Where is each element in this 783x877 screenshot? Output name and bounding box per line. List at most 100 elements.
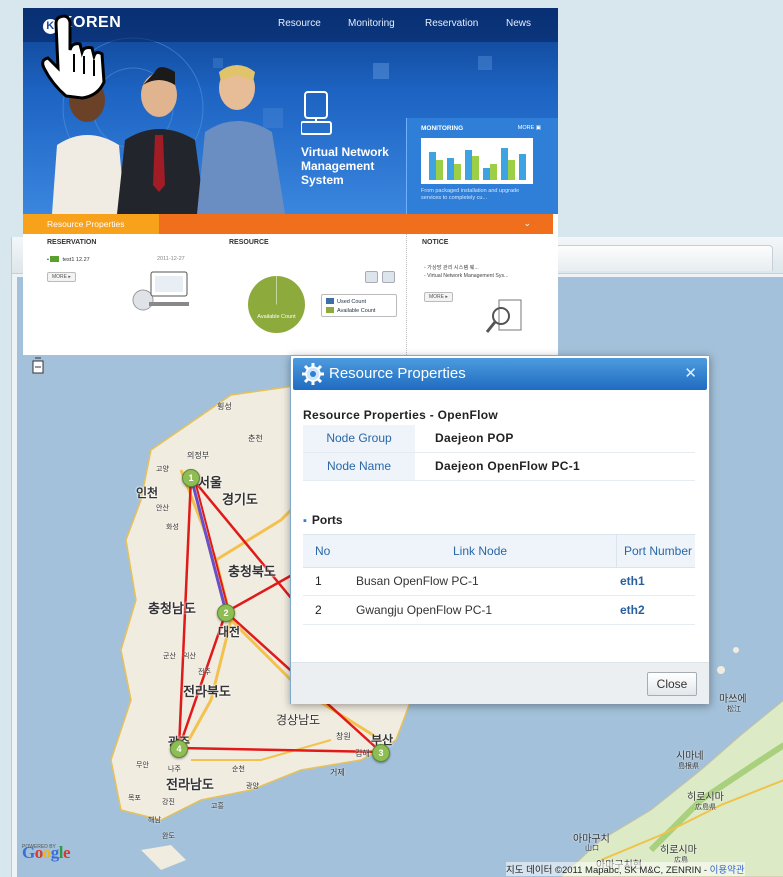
reservation-more-label: MORE bbox=[52, 274, 67, 280]
pie-slice bbox=[276, 276, 277, 305]
map-label-jeonbuk: 전라북도 bbox=[183, 684, 231, 699]
map-label-goyang: 고양 bbox=[156, 466, 169, 473]
map-label-gunsan: 군산 bbox=[163, 653, 176, 660]
island-south bbox=[141, 845, 186, 870]
map-label-goheung: 고흥 bbox=[211, 803, 224, 810]
browser-tab[interactable] bbox=[555, 245, 773, 271]
reservation-item[interactable]: • test1 12.27 bbox=[47, 256, 90, 263]
map-marker-3[interactable]: 3 bbox=[372, 744, 390, 762]
resource-tool-icons bbox=[365, 270, 396, 288]
island-small bbox=[717, 666, 725, 674]
divider bbox=[406, 234, 407, 355]
pie-label: Available Count bbox=[257, 314, 296, 320]
monitoring-heading: MONITORING bbox=[421, 125, 464, 132]
dialog-title-bar[interactable]: Resource Properties ✕ bbox=[293, 358, 707, 390]
nav-resource[interactable]: Resource bbox=[278, 18, 321, 29]
property-value: Daejeon OpenFlow PC-1 bbox=[435, 459, 580, 473]
map-label-gangjin: 강진 bbox=[162, 799, 175, 806]
legend-used: Used Count bbox=[326, 298, 366, 305]
close-icon[interactable]: ✕ bbox=[684, 364, 697, 382]
map-label-chungnam: 충청남도 bbox=[148, 601, 196, 616]
map-marker-4[interactable]: 4 bbox=[170, 740, 188, 758]
ports-table-header: No Link Node Port Number bbox=[303, 534, 695, 568]
monitoring-panel: MONITORING MORE ▣ From packaged installa… bbox=[406, 118, 558, 214]
map-zoom-control[interactable] bbox=[32, 357, 44, 374]
property-row-node-name: Node Name Daejeon OpenFlow PC-1 bbox=[303, 453, 695, 481]
hero-title-line-3: System bbox=[301, 173, 344, 187]
koren-website: K KOREN Resource Monitoring Reservation N… bbox=[23, 8, 558, 355]
property-key: Node Name bbox=[303, 453, 415, 480]
map-label-seoul: 서울 bbox=[198, 475, 222, 490]
hero-title: Virtual Network Management System bbox=[301, 145, 411, 187]
reservation-more-button[interactable]: MORE ▸ bbox=[47, 272, 76, 282]
map-label-hoengseong: 횡성 bbox=[217, 402, 232, 411]
map-label-shimane-kanji: 島根県 bbox=[678, 763, 699, 770]
column-header-port-number: Port Number bbox=[624, 544, 693, 558]
map-label-yamaguchi-kanji: 山口 bbox=[585, 845, 599, 852]
legend-available: Available Count bbox=[326, 307, 375, 314]
map-marker-1[interactable]: 1 bbox=[182, 469, 200, 487]
nav-news[interactable]: News bbox=[506, 18, 531, 29]
hero-banner: K KOREN Resource Monitoring Reservation N… bbox=[23, 8, 558, 214]
legend-swatch-available bbox=[326, 307, 334, 313]
computer-monitor-icon bbox=[132, 271, 189, 311]
map-label-hiroshima-kanji: 広島県 bbox=[695, 804, 716, 811]
magnifier-document-icon bbox=[485, 299, 522, 333]
reservation-item-label: test1 12.27 bbox=[62, 257, 90, 263]
reservation-date: 2011-12-27 bbox=[157, 256, 185, 262]
chevron-down-icon[interactable]: ⌄ bbox=[523, 218, 531, 229]
monitoring-more-label: MORE bbox=[517, 125, 535, 131]
map-label-iksan: 익산 bbox=[183, 653, 196, 660]
map-label-matsue: 마쓰에 bbox=[719, 694, 747, 705]
resource-properties-dialog: Resource Properties ✕ Resource Propertie… bbox=[290, 355, 710, 704]
notice-item[interactable]: - Virtual Network Management Sys... bbox=[424, 272, 508, 280]
notice-list: - 가상망 관리 시스템 웨... - Virtual Network Mana… bbox=[424, 264, 508, 280]
resource-pie-chart: Available Count bbox=[248, 276, 305, 333]
map-label-incheon: 인천 bbox=[136, 486, 159, 500]
port-no: 1 bbox=[315, 574, 322, 588]
port-link-node: Busan OpenFlow PC-1 bbox=[356, 574, 479, 588]
map-copyright: 지도 데이터 ©2011 Mapabc, SK M&C, ZENRIN - 이용… bbox=[506, 862, 745, 876]
map-label-changwon: 창원 bbox=[336, 732, 351, 741]
globe-icon[interactable] bbox=[365, 271, 378, 283]
map-label-gimhae: 김해 bbox=[355, 749, 370, 758]
map-copyright-text: 지도 데이터 ©2011 Mapabc, SK M&C, ZENRIN - bbox=[506, 865, 710, 876]
hero-title-line-2: Management bbox=[301, 159, 375, 173]
resource-tab-bar: Resource Properties ⌄ bbox=[23, 214, 553, 234]
map-label-hwaseong: 화성 bbox=[166, 524, 179, 531]
close-button[interactable]: Close bbox=[647, 672, 697, 696]
port-link-node: Gwangju OpenFlow PC-1 bbox=[356, 603, 493, 617]
map-label-suncheon: 순천 bbox=[232, 766, 245, 773]
bullet-icon: ▪ bbox=[303, 515, 307, 527]
notice-item[interactable]: - 가상망 관리 시스템 웨... bbox=[424, 264, 508, 272]
column-divider bbox=[616, 535, 617, 567]
nav-monitoring[interactable]: Monitoring bbox=[348, 18, 395, 29]
map-label-muan: 무안 bbox=[136, 762, 149, 769]
monitoring-description: From packaged installation and upgrade s… bbox=[421, 188, 520, 201]
legend-used-label: Used Count bbox=[337, 299, 367, 305]
legend-available-label: Available Count bbox=[337, 308, 376, 314]
map-label-gyeonggi: 경기도 bbox=[222, 492, 258, 507]
ports-heading-label: Ports bbox=[311, 513, 343, 527]
map-label-haenam: 해남 bbox=[148, 817, 161, 824]
table-row[interactable]: 1 Busan OpenFlow PC-1 eth1 bbox=[303, 567, 695, 596]
pie-legend: Used Count Available Count bbox=[321, 294, 397, 317]
map-label-naju: 나주 bbox=[168, 766, 181, 773]
notice-more-button[interactable]: MORE ▸ bbox=[424, 292, 453, 302]
reservation-status-badge bbox=[50, 256, 60, 262]
table-row[interactable]: 2 Gwangju OpenFlow PC-1 eth2 bbox=[303, 596, 695, 625]
hand-cursor-icon bbox=[41, 14, 106, 100]
terms-link[interactable]: 이용약관 bbox=[710, 865, 745, 876]
port-no: 2 bbox=[315, 603, 322, 617]
map-marker-2[interactable]: 2 bbox=[217, 604, 235, 622]
island-small bbox=[733, 647, 739, 653]
hero-title-line-1: Virtual Network bbox=[301, 145, 389, 159]
map-label-gwangyang: 광양 bbox=[246, 783, 259, 790]
nav-reservation[interactable]: Reservation bbox=[425, 18, 478, 29]
monitoring-more-link[interactable]: MORE ▣ bbox=[518, 125, 541, 131]
google-logo[interactable]: Google bbox=[22, 843, 71, 863]
map-label-matsue-kanji: 松江 bbox=[727, 706, 741, 713]
legend-swatch-used bbox=[326, 298, 334, 304]
property-key: Node Group bbox=[303, 425, 415, 452]
user-icon[interactable] bbox=[382, 271, 396, 283]
